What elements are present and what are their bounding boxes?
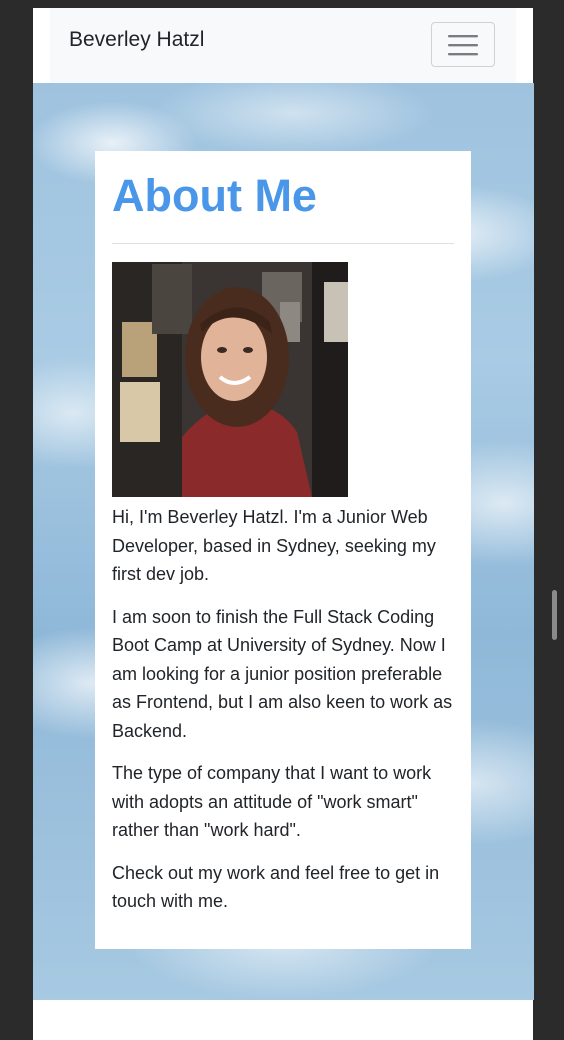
about-card: About Me Hi, I'm Beverley Hatzl. I'm a J… <box>95 151 471 949</box>
about-paragraph-intro: Hi, I'm Beverley Hatzl. I'm a Junior Web… <box>112 507 436 584</box>
hamburger-icon <box>448 34 478 55</box>
navbar-toggle-button[interactable] <box>431 22 495 67</box>
about-paragraph-company: The type of company that I want to work … <box>112 763 432 840</box>
about-paragraph-bootcamp: I am soon to finish the Full Stack Codin… <box>112 606 453 741</box>
navbar-brand[interactable]: Beverley Hatzl <box>69 28 204 52</box>
navbar: Beverley Hatzl <box>50 8 516 83</box>
about-paragraph-contact: Check out my work and feel free to get i… <box>112 862 440 912</box>
page: Beverley Hatzl About Me Hi, I'm Beverley… <box>33 8 534 1040</box>
scrollbar-thumb[interactable] <box>552 590 557 640</box>
profile-photo <box>112 262 348 497</box>
about-heading: About Me <box>112 167 454 244</box>
sky-background-section: About Me Hi, I'm Beverley Hatzl. I'm a J… <box>33 83 534 1000</box>
